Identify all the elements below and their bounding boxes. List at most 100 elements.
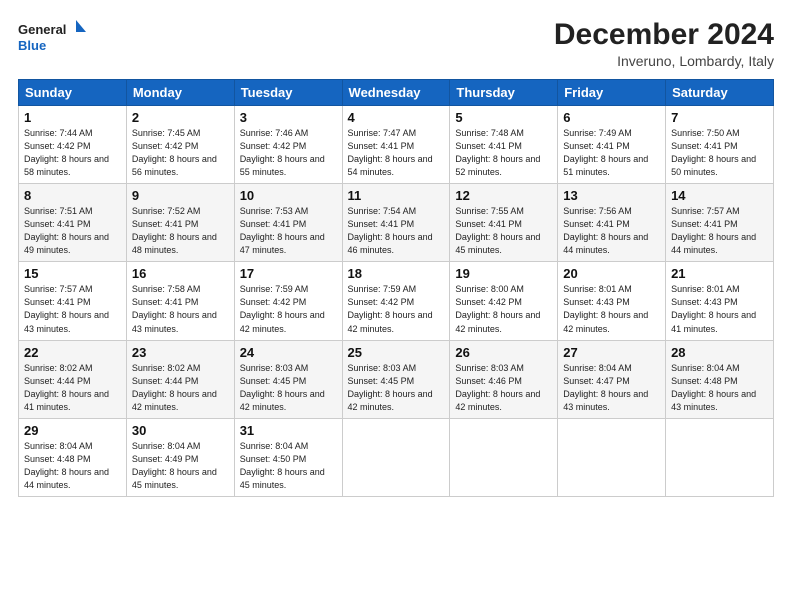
day-info: Sunrise: 7:59 AMSunset: 4:42 PMDaylight:…	[240, 284, 325, 333]
day-info: Sunrise: 7:54 AMSunset: 4:41 PMDaylight:…	[348, 206, 433, 255]
day-cell-12: 12 Sunrise: 7:55 AMSunset: 4:41 PMDaylig…	[450, 184, 558, 262]
empty-cell-4-4	[450, 418, 558, 496]
empty-cell-4-3	[342, 418, 450, 496]
empty-cell-4-5	[558, 418, 666, 496]
header-monday: Monday	[126, 80, 234, 106]
day-number: 25	[348, 345, 445, 360]
day-info: Sunrise: 8:04 AMSunset: 4:47 PMDaylight:…	[563, 363, 648, 412]
day-number: 31	[240, 423, 337, 438]
day-info: Sunrise: 7:46 AMSunset: 4:42 PMDaylight:…	[240, 128, 325, 177]
day-info: Sunrise: 8:00 AMSunset: 4:42 PMDaylight:…	[455, 284, 540, 333]
week-row-1: 1 Sunrise: 7:44 AMSunset: 4:42 PMDayligh…	[19, 106, 774, 184]
day-number: 8	[24, 188, 121, 203]
day-cell-21: 21 Sunrise: 8:01 AMSunset: 4:43 PMDaylig…	[666, 262, 774, 340]
day-number: 2	[132, 110, 229, 125]
day-info: Sunrise: 8:02 AMSunset: 4:44 PMDaylight:…	[132, 363, 217, 412]
day-number: 27	[563, 345, 660, 360]
day-cell-24: 24 Sunrise: 8:03 AMSunset: 4:45 PMDaylig…	[234, 340, 342, 418]
day-number: 13	[563, 188, 660, 203]
day-cell-17: 17 Sunrise: 7:59 AMSunset: 4:42 PMDaylig…	[234, 262, 342, 340]
day-info: Sunrise: 8:01 AMSunset: 4:43 PMDaylight:…	[671, 284, 756, 333]
day-number: 15	[24, 266, 121, 281]
day-cell-7: 7 Sunrise: 7:50 AMSunset: 4:41 PMDayligh…	[666, 106, 774, 184]
day-info: Sunrise: 8:04 AMSunset: 4:48 PMDaylight:…	[24, 441, 109, 490]
day-number: 1	[24, 110, 121, 125]
day-number: 30	[132, 423, 229, 438]
day-info: Sunrise: 7:59 AMSunset: 4:42 PMDaylight:…	[348, 284, 433, 333]
day-number: 9	[132, 188, 229, 203]
day-cell-16: 16 Sunrise: 7:58 AMSunset: 4:41 PMDaylig…	[126, 262, 234, 340]
day-info: Sunrise: 7:51 AMSunset: 4:41 PMDaylight:…	[24, 206, 109, 255]
day-cell-11: 11 Sunrise: 7:54 AMSunset: 4:41 PMDaylig…	[342, 184, 450, 262]
day-cell-9: 9 Sunrise: 7:52 AMSunset: 4:41 PMDayligh…	[126, 184, 234, 262]
logo: General Blue	[18, 18, 88, 60]
day-number: 7	[671, 110, 768, 125]
day-cell-25: 25 Sunrise: 8:03 AMSunset: 4:45 PMDaylig…	[342, 340, 450, 418]
day-info: Sunrise: 7:57 AMSunset: 4:41 PMDaylight:…	[671, 206, 756, 255]
day-cell-2: 2 Sunrise: 7:45 AMSunset: 4:42 PMDayligh…	[126, 106, 234, 184]
day-number: 12	[455, 188, 552, 203]
day-number: 19	[455, 266, 552, 281]
header: General Blue December 2024 Inveruno, Lom…	[18, 18, 774, 69]
day-cell-22: 22 Sunrise: 8:02 AMSunset: 4:44 PMDaylig…	[19, 340, 127, 418]
day-cell-27: 27 Sunrise: 8:04 AMSunset: 4:47 PMDaylig…	[558, 340, 666, 418]
day-number: 4	[348, 110, 445, 125]
day-number: 20	[563, 266, 660, 281]
day-cell-4: 4 Sunrise: 7:47 AMSunset: 4:41 PMDayligh…	[342, 106, 450, 184]
day-info: Sunrise: 8:02 AMSunset: 4:44 PMDaylight:…	[24, 363, 109, 412]
day-number: 22	[24, 345, 121, 360]
day-number: 3	[240, 110, 337, 125]
day-number: 17	[240, 266, 337, 281]
day-info: Sunrise: 8:04 AMSunset: 4:50 PMDaylight:…	[240, 441, 325, 490]
day-info: Sunrise: 8:04 AMSunset: 4:48 PMDaylight:…	[671, 363, 756, 412]
day-number: 29	[24, 423, 121, 438]
day-cell-26: 26 Sunrise: 8:03 AMSunset: 4:46 PMDaylig…	[450, 340, 558, 418]
day-info: Sunrise: 8:03 AMSunset: 4:46 PMDaylight:…	[455, 363, 540, 412]
day-info: Sunrise: 8:03 AMSunset: 4:45 PMDaylight:…	[348, 363, 433, 412]
day-number: 14	[671, 188, 768, 203]
header-saturday: Saturday	[666, 80, 774, 106]
day-info: Sunrise: 8:01 AMSunset: 4:43 PMDaylight:…	[563, 284, 648, 333]
day-cell-18: 18 Sunrise: 7:59 AMSunset: 4:42 PMDaylig…	[342, 262, 450, 340]
week-row-2: 8 Sunrise: 7:51 AMSunset: 4:41 PMDayligh…	[19, 184, 774, 262]
header-thursday: Thursday	[450, 80, 558, 106]
calendar-table: Sunday Monday Tuesday Wednesday Thursday…	[18, 79, 774, 497]
month-title: December 2024	[554, 18, 774, 51]
day-cell-8: 8 Sunrise: 7:51 AMSunset: 4:41 PMDayligh…	[19, 184, 127, 262]
day-cell-15: 15 Sunrise: 7:57 AMSunset: 4:41 PMDaylig…	[19, 262, 127, 340]
day-info: Sunrise: 7:56 AMSunset: 4:41 PMDaylight:…	[563, 206, 648, 255]
header-wednesday: Wednesday	[342, 80, 450, 106]
week-row-4: 22 Sunrise: 8:02 AMSunset: 4:44 PMDaylig…	[19, 340, 774, 418]
day-number: 28	[671, 345, 768, 360]
day-number: 10	[240, 188, 337, 203]
day-info: Sunrise: 7:44 AMSunset: 4:42 PMDaylight:…	[24, 128, 109, 177]
header-tuesday: Tuesday	[234, 80, 342, 106]
day-cell-1: 1 Sunrise: 7:44 AMSunset: 4:42 PMDayligh…	[19, 106, 127, 184]
day-cell-23: 23 Sunrise: 8:02 AMSunset: 4:44 PMDaylig…	[126, 340, 234, 418]
day-number: 18	[348, 266, 445, 281]
day-info: Sunrise: 7:50 AMSunset: 4:41 PMDaylight:…	[671, 128, 756, 177]
day-cell-29: 29 Sunrise: 8:04 AMSunset: 4:48 PMDaylig…	[19, 418, 127, 496]
day-info: Sunrise: 8:04 AMSunset: 4:49 PMDaylight:…	[132, 441, 217, 490]
day-number: 11	[348, 188, 445, 203]
day-number: 5	[455, 110, 552, 125]
svg-text:General: General	[18, 22, 66, 37]
day-info: Sunrise: 7:55 AMSunset: 4:41 PMDaylight:…	[455, 206, 540, 255]
day-number: 16	[132, 266, 229, 281]
page: General Blue December 2024 Inveruno, Lom…	[0, 0, 792, 612]
header-friday: Friday	[558, 80, 666, 106]
day-info: Sunrise: 8:03 AMSunset: 4:45 PMDaylight:…	[240, 363, 325, 412]
calendar-header-row: Sunday Monday Tuesday Wednesday Thursday…	[19, 80, 774, 106]
day-cell-14: 14 Sunrise: 7:57 AMSunset: 4:41 PMDaylig…	[666, 184, 774, 262]
empty-cell-4-6	[666, 418, 774, 496]
svg-text:Blue: Blue	[18, 38, 46, 53]
header-sunday: Sunday	[19, 80, 127, 106]
day-cell-28: 28 Sunrise: 8:04 AMSunset: 4:48 PMDaylig…	[666, 340, 774, 418]
day-info: Sunrise: 7:49 AMSunset: 4:41 PMDaylight:…	[563, 128, 648, 177]
day-cell-5: 5 Sunrise: 7:48 AMSunset: 4:41 PMDayligh…	[450, 106, 558, 184]
day-info: Sunrise: 7:47 AMSunset: 4:41 PMDaylight:…	[348, 128, 433, 177]
day-cell-10: 10 Sunrise: 7:53 AMSunset: 4:41 PMDaylig…	[234, 184, 342, 262]
day-cell-31: 31 Sunrise: 8:04 AMSunset: 4:50 PMDaylig…	[234, 418, 342, 496]
day-info: Sunrise: 7:45 AMSunset: 4:42 PMDaylight:…	[132, 128, 217, 177]
day-number: 23	[132, 345, 229, 360]
